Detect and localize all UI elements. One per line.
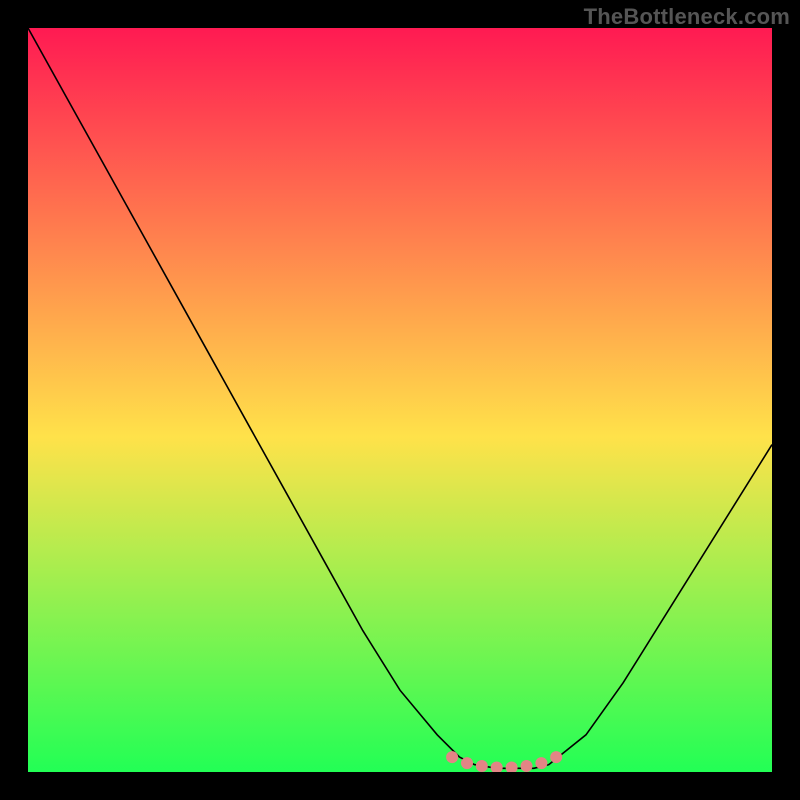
watermark-label: TheBottleneck.com [584, 4, 790, 30]
marker-dot [446, 751, 458, 763]
marker-dot [521, 760, 533, 772]
gradient-background [28, 28, 772, 772]
marker-dot [461, 757, 473, 769]
bottleneck-curve-plot [28, 28, 772, 772]
marker-dot [550, 751, 562, 763]
marker-dot [535, 757, 547, 769]
chart-frame: TheBottleneck.com [0, 0, 800, 800]
marker-dot [476, 760, 488, 772]
plot-area [28, 28, 772, 772]
